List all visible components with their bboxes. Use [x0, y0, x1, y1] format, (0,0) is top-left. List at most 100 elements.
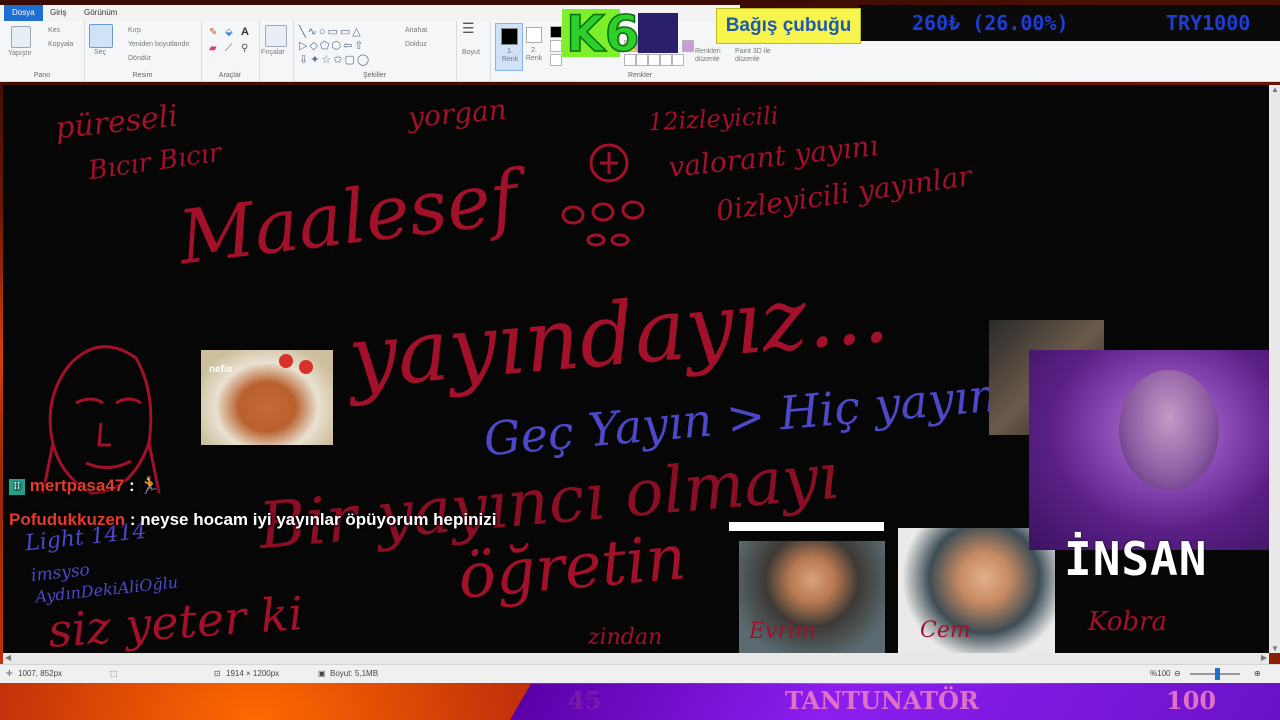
zoom-slider-thumb[interactable]	[1215, 668, 1220, 680]
crop-button[interactable]: Kırp	[128, 27, 141, 34]
chat-text: : neyse hocam iyi yayınlar öpüyorum hepi…	[129, 510, 497, 529]
chat-message: Pofudukkuzen : neyse hocam iyi yayınlar …	[9, 510, 496, 530]
fill-icon[interactable]: ⬙	[225, 27, 233, 38]
magnifier-icon[interactable]: ⚲	[241, 43, 248, 54]
scroll-up-icon[interactable]: ▲	[1271, 85, 1279, 94]
zoom-level: %100	[1150, 669, 1171, 678]
brushes-button[interactable]: Fırçalar	[261, 49, 285, 56]
bottom-title: TANTUNATÖR	[785, 686, 979, 715]
text-icon[interactable]: A	[241, 26, 249, 38]
canvas-text-cem: Cem	[920, 618, 971, 643]
brushes-group: Fırçalar	[259, 21, 294, 81]
palette-swatch[interactable]	[550, 26, 562, 38]
donation-label: Bağış çubuğu	[716, 8, 861, 44]
size-icon[interactable]: ☰	[462, 21, 475, 35]
canvas-text-kobra: Kobra	[1088, 607, 1167, 637]
select-button[interactable]: Seç	[94, 49, 106, 56]
shapes-gallery-row3-icon[interactable]: ⇩✦☆✩▢◯	[299, 53, 371, 66]
file-size: Boyut: 5,1MB	[330, 669, 379, 678]
size-group: ☰ Boyut	[456, 21, 491, 81]
vertical-scrollbar[interactable]: ▲ ▼	[1269, 85, 1280, 653]
evrim-photo: Evrim	[739, 541, 885, 653]
tab-view[interactable]: Görünüm	[76, 5, 125, 21]
donation-amount: 260₺ (26.00%)	[912, 11, 1069, 35]
fill-button[interactable]: Dolduz	[405, 41, 427, 48]
zoom-in-icon[interactable]: ⊕	[1254, 669, 1261, 678]
color1-selector[interactable]: 1. Renk	[495, 23, 523, 71]
shapes-group: ╲∿○▭▭△ ▷◇⬠⬡⇦⇧ ⇩✦☆✩▢◯ Anahat Dolduz Şekil…	[293, 21, 457, 81]
image-group-label: Resim	[132, 72, 153, 79]
outline-button[interactable]: Anahat	[405, 27, 427, 34]
palette-swatch[interactable]	[550, 54, 562, 66]
canvas-text-pureseli: püreseli	[53, 98, 180, 147]
canvas-text-maalesef: Maalesef	[174, 154, 523, 282]
cursor-position: 1007, 852px	[18, 669, 63, 678]
bottom-left-value: 45	[568, 686, 602, 715]
chat-message: ⁝⁝ mertpasa47 : 🏃	[9, 476, 161, 496]
chat-emote-icon: 🏃	[139, 476, 161, 495]
rotate-button[interactable]: Döndür	[128, 55, 151, 62]
copy-button[interactable]: Kopyala	[48, 41, 73, 48]
scroll-left-icon[interactable]: ◀	[5, 653, 11, 662]
tab-file[interactable]: Dosya	[4, 5, 43, 21]
selection-icon: ⬚	[110, 669, 118, 678]
scroll-down-icon[interactable]: ▼	[1271, 644, 1279, 653]
cut-button[interactable]: Kes	[48, 27, 60, 34]
k6-logo-letter: K6	[566, 5, 640, 57]
status-bar: ✛ 1007, 852px ⬚ ⊡ 1914 × 1200px ▣ Boyut:…	[0, 664, 1280, 683]
horizontal-scrollbar[interactable]: ◀ ▶	[3, 653, 1269, 664]
size-button[interactable]: Boyut	[462, 49, 480, 56]
shapes-gallery-icon[interactable]: ╲∿○▭▭△	[299, 25, 363, 38]
tomato-decoration	[279, 354, 293, 368]
resize-button[interactable]: Yeniden boyutlandır	[128, 41, 190, 48]
canvas-text-zindan: zindan	[588, 625, 663, 650]
paste-icon[interactable]	[11, 26, 31, 48]
colors-group-label: Renkler	[627, 72, 653, 79]
doodle-icon	[561, 143, 645, 247]
bottom-right-value: 100	[1166, 686, 1217, 715]
tools-group: ✎ ⬙ A ▰ ⟋ ⚲ Araçlar	[201, 21, 260, 81]
file-size-icon: ▣	[318, 669, 326, 678]
shapes-gallery-row2-icon[interactable]: ▷◇⬠⬡⇦⇧	[299, 39, 366, 52]
color1-label: 1. Renk	[501, 48, 519, 63]
tools-group-label: Araçlar	[218, 72, 242, 79]
tomato-decoration	[299, 360, 313, 374]
edit-colors-button[interactable]: Renkleri düzenle	[695, 48, 727, 64]
color-picker-icon[interactable]: ⟋	[225, 43, 232, 54]
nefis-logo: nefis	[209, 364, 233, 375]
chat-username: Pofudukkuzen	[9, 510, 126, 529]
dimensions-icon: ⊡	[214, 669, 221, 678]
photo-frame	[729, 522, 884, 531]
tab-home[interactable]: Giriş	[42, 5, 74, 21]
shapes-group-label: Şekiller	[363, 72, 386, 79]
chat-username: mertpasa47	[29, 476, 125, 495]
canvas-text-yorgan: yorgan	[406, 92, 508, 135]
canvas-text-bicir: Bıcır Bıcır	[86, 137, 224, 187]
paste-button[interactable]: Yapıştır	[8, 50, 32, 57]
food-photo: nefis	[201, 350, 333, 445]
scroll-right-icon[interactable]: ▶	[1261, 653, 1267, 662]
color1-swatch	[501, 28, 518, 45]
webcam-label: İNSAN	[1064, 532, 1208, 586]
clipboard-group-label: Pano	[33, 72, 51, 79]
pencil-icon[interactable]: ✎	[209, 27, 217, 38]
canvas-text-evrim: Evrim	[749, 619, 816, 644]
canvas-text-12izleyicili: 12izleyicili	[647, 101, 780, 137]
chat-text: :	[128, 476, 135, 495]
palette-swatch[interactable]	[550, 40, 562, 52]
brush-icon[interactable]	[265, 25, 287, 47]
select-icon[interactable]	[89, 24, 113, 48]
zoom-out-icon[interactable]: ⊖	[1174, 669, 1181, 678]
cursor-icon: ✛	[6, 669, 13, 678]
k6-logo: K6	[562, 4, 678, 57]
chat-badge-icon: ⁝⁝	[9, 478, 25, 495]
color2-label: 2. Renk	[525, 47, 543, 62]
eraser-icon[interactable]: ▰	[209, 43, 217, 54]
paint3d-button[interactable]: Paint 3D ile düzenle	[735, 48, 781, 64]
clipboard-group: Yapıştır Kes Kopyala Pano	[0, 21, 85, 81]
webcam-face	[1119, 370, 1219, 490]
image-group: Seç Kırp Yeniden boyutlandır Döndür Resi…	[84, 21, 202, 81]
donation-goal: TRY1000	[1166, 11, 1251, 35]
color2-swatch[interactable]	[526, 27, 542, 43]
webcam-overlay	[1029, 350, 1280, 550]
